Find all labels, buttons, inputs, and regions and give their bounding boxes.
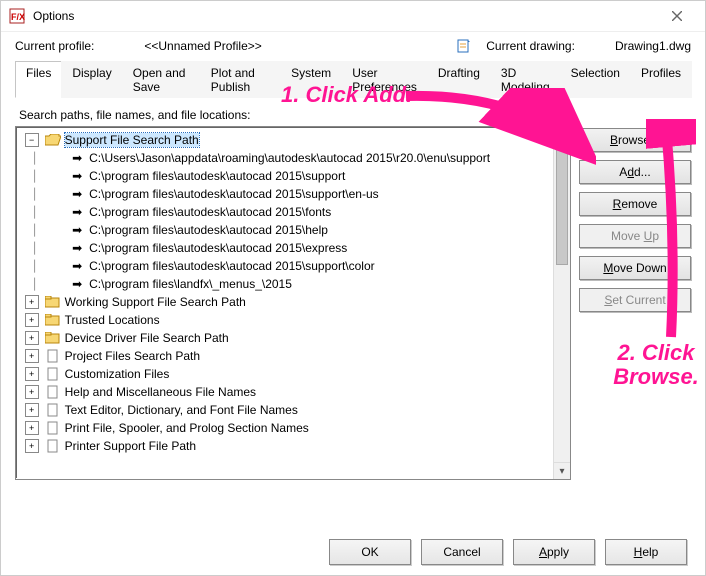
- tree-path[interactable]: │ ➡C:\program files\autodesk\autocad 201…: [18, 257, 568, 275]
- scroll-down-icon[interactable]: ▾: [554, 462, 570, 479]
- expand-icon[interactable]: +: [25, 331, 39, 345]
- set-current-button[interactable]: Set Current: [579, 288, 691, 312]
- tree-node[interactable]: +Printer Support File Path: [18, 437, 568, 455]
- current-profile-value: <<Unnamed Profile>>: [144, 39, 261, 53]
- tree-path[interactable]: │ ➡C:\Users\Jason\appdata\roaming\autode…: [18, 149, 568, 167]
- folder-icon: [45, 313, 61, 327]
- titlebar: F/X Options: [1, 1, 705, 32]
- folder-icon: [45, 295, 61, 309]
- expand-icon[interactable]: +: [25, 421, 39, 435]
- expand-icon[interactable]: +: [25, 403, 39, 417]
- expand-icon[interactable]: +: [25, 349, 39, 363]
- close-button[interactable]: [657, 2, 697, 30]
- file-icon: [45, 421, 61, 435]
- expand-icon[interactable]: +: [25, 439, 39, 453]
- tree-node[interactable]: +Help and Miscellaneous File Names: [18, 383, 568, 401]
- arrow-icon: ➡: [69, 277, 85, 291]
- tab-plot-publish[interactable]: Plot and Publish: [200, 61, 281, 98]
- current-drawing-label: Current drawing:: [486, 39, 575, 53]
- folder-icon: [45, 331, 61, 345]
- tab-files[interactable]: Files: [15, 61, 62, 98]
- tree-path[interactable]: │ ➡C:\program files\autodesk\autocad 201…: [18, 167, 568, 185]
- tab-user-prefs[interactable]: User Preferences: [341, 61, 428, 98]
- add-button[interactable]: Add...: [579, 160, 691, 184]
- arrow-icon: ➡: [69, 169, 85, 183]
- tab-system[interactable]: System: [280, 61, 342, 98]
- expand-icon[interactable]: +: [25, 385, 39, 399]
- tree-path[interactable]: │ ➡C:\program files\landfx\_menus_\2015: [18, 275, 568, 293]
- drawing-icon: [456, 38, 472, 54]
- tab-drafting[interactable]: Drafting: [427, 61, 491, 98]
- tree-node[interactable]: +Project Files Search Path: [18, 347, 568, 365]
- tree-view[interactable]: − Support File Search Path │ ➡C:\Users\J…: [15, 126, 571, 480]
- tree-node[interactable]: +Device Driver File Search Path: [18, 329, 568, 347]
- arrow-icon: ➡: [69, 259, 85, 273]
- side-buttons: Browse... Add... Remove Move Up Move Dow…: [579, 126, 691, 480]
- dialog-buttons: OK Cancel Apply Help: [1, 529, 705, 575]
- expand-icon[interactable]: +: [25, 367, 39, 381]
- tab-profiles[interactable]: Profiles: [630, 61, 692, 98]
- tree-node[interactable]: +Customization Files: [18, 365, 568, 383]
- arrow-icon: ➡: [69, 223, 85, 237]
- expand-icon[interactable]: +: [25, 295, 39, 309]
- tab-3d-modeling[interactable]: 3D Modeling: [490, 61, 561, 98]
- tree-path[interactable]: │ ➡C:\program files\autodesk\autocad 201…: [18, 221, 568, 239]
- ok-button[interactable]: OK: [329, 539, 411, 565]
- window-title: Options: [33, 9, 657, 23]
- tab-display[interactable]: Display: [61, 61, 122, 98]
- move-up-button[interactable]: Move Up: [579, 224, 691, 248]
- prompt-label: Search paths, file names, and file locat…: [1, 98, 705, 126]
- tree-path[interactable]: │ ➡C:\program files\autodesk\autocad 201…: [18, 203, 568, 221]
- tab-selection[interactable]: Selection: [560, 61, 631, 98]
- tree-node[interactable]: +Working Support File Search Path: [18, 293, 568, 311]
- file-icon: [45, 385, 61, 399]
- current-profile-label: Current profile:: [15, 39, 94, 53]
- tree-node[interactable]: +Print File, Spooler, and Prolog Section…: [18, 419, 568, 437]
- tree-label: Support File Search Path: [65, 133, 199, 147]
- file-icon: [45, 439, 61, 453]
- arrow-icon: ➡: [69, 151, 85, 165]
- tree-path[interactable]: │ ➡C:\program files\autodesk\autocad 201…: [18, 185, 568, 203]
- collapse-icon[interactable]: −: [25, 133, 39, 147]
- arrow-icon: ➡: [69, 241, 85, 255]
- apply-button[interactable]: Apply: [513, 539, 595, 565]
- file-icon: [45, 403, 61, 417]
- tab-open-save[interactable]: Open and Save: [122, 61, 201, 98]
- tree-node[interactable]: +Trusted Locations: [18, 311, 568, 329]
- arrow-icon: ➡: [69, 187, 85, 201]
- tree-node-support[interactable]: − Support File Search Path: [18, 131, 568, 149]
- expand-icon[interactable]: +: [25, 313, 39, 327]
- move-down-button[interactable]: Move Down: [579, 256, 691, 280]
- arrow-icon: ➡: [69, 205, 85, 219]
- file-icon: [45, 349, 61, 363]
- tab-bar: Files Display Open and Save Plot and Pub…: [15, 60, 691, 98]
- tree-node[interactable]: +Text Editor, Dictionary, and Font File …: [18, 401, 568, 419]
- app-icon: F/X: [9, 8, 25, 24]
- browse-button[interactable]: Browse...: [579, 128, 691, 152]
- options-dialog: F/X Options Current profile: <<Unnamed P…: [0, 0, 706, 576]
- svg-text:F/X: F/X: [11, 12, 25, 22]
- remove-button[interactable]: Remove: [579, 192, 691, 216]
- tree-path[interactable]: │ ➡C:\program files\autodesk\autocad 201…: [18, 239, 568, 257]
- current-drawing-value: Drawing1.dwg: [615, 39, 691, 53]
- scroll-thumb[interactable]: [556, 143, 568, 265]
- profile-info: Current profile: <<Unnamed Profile>> Cur…: [1, 32, 705, 60]
- folder-open-icon: [45, 133, 61, 147]
- tree-scrollbar[interactable]: ▴ ▾: [553, 127, 570, 479]
- scroll-up-icon[interactable]: ▴: [554, 127, 570, 144]
- help-button[interactable]: Help: [605, 539, 687, 565]
- file-icon: [45, 367, 61, 381]
- cancel-button[interactable]: Cancel: [421, 539, 503, 565]
